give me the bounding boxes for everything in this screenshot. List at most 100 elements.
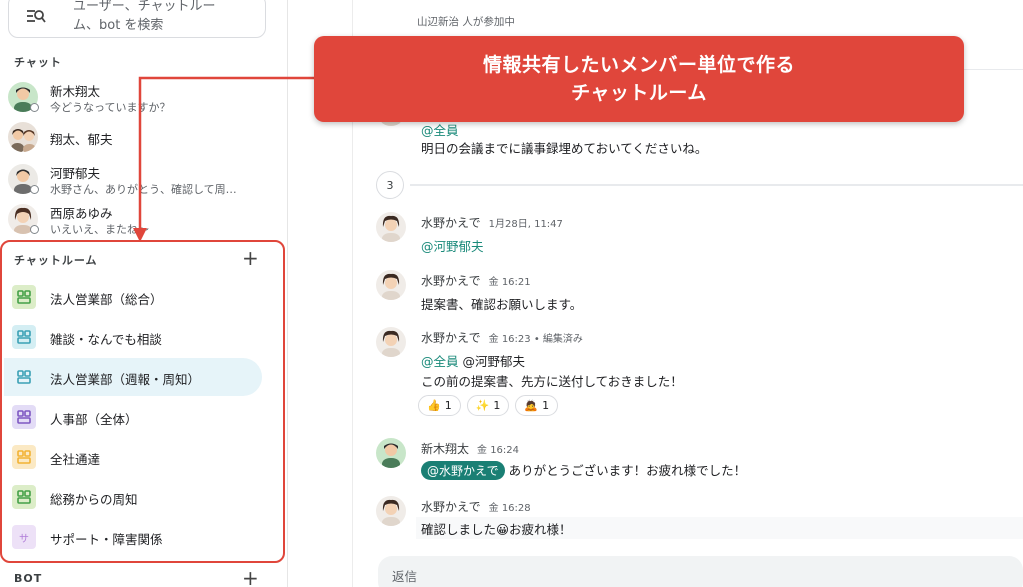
system-message: 山辺新治 人が参加中 — [417, 16, 515, 28]
reply-input[interactable]: 返信 — [378, 556, 1023, 587]
message-text: この前の提案書、先方に送付しておきました！ — [421, 374, 683, 389]
search-input[interactable]: ユーザー、チャットルー ム、bot を検索 — [73, 0, 253, 37]
message-author: 水野かえで — [421, 500, 481, 514]
message-header: 水野かえで金 16:28 — [421, 496, 531, 515]
avatar — [376, 270, 406, 300]
room-item[interactable]: 人事部（全体） — [4, 398, 262, 436]
message-text: @全員 — [421, 120, 459, 139]
room-icon — [12, 365, 36, 389]
mention[interactable]: @河野郁夫 — [421, 239, 484, 254]
chat-preview: 水野さん、ありがとう、確認して周… — [50, 183, 237, 196]
room-item[interactable]: サ サポート・障害関係 — [4, 518, 262, 556]
room-icon — [12, 445, 36, 469]
reply-placeholder: 返信 — [392, 569, 418, 584]
mention-chip[interactable]: @水野かえで — [421, 461, 505, 480]
search-placeholder-line1: ユーザー、チャットルー — [73, 0, 216, 14]
message-header: 新木翔太金 16:24 — [421, 438, 519, 457]
chat-item[interactable]: 翔太、郁夫 — [8, 118, 268, 156]
status-dot — [30, 103, 39, 112]
callout-line1: 情報共有したいメンバー単位で作る — [482, 54, 795, 76]
message-time: 金 16:28 — [488, 503, 531, 514]
status-dot — [30, 225, 39, 234]
message-author: 水野かえで — [421, 216, 481, 230]
callout-banner: 情報共有したいメンバー単位で作る チャットルーム — [314, 36, 964, 122]
message-text: 明日の会議までに議事録埋めておいてくださいね。 — [421, 141, 708, 156]
reaction-count: 1 — [542, 399, 550, 412]
chat-name: 翔太、郁夫 — [50, 132, 113, 147]
avatar — [376, 212, 406, 242]
message-time: 1月28日, 11:47 — [488, 219, 563, 230]
chat-name: 西原あゆみ — [50, 206, 113, 221]
room-label: 雑談・なんでも相談 — [50, 332, 162, 347]
sidebar: ユーザー、チャットルー ム、bot を検索 チャット 新木翔太 今どうなっていま… — [0, 0, 288, 587]
room-letter-icon: サ — [12, 525, 36, 549]
avatar — [376, 327, 406, 357]
room-label: 人事部（全体） — [50, 412, 138, 427]
message-text: 提案書、確認お願いします。 — [421, 297, 583, 312]
message-author: 新木翔太 — [421, 442, 470, 456]
bowing-person-icon: 🙇 — [524, 399, 539, 412]
add-bot-icon[interactable]: + — [242, 568, 259, 587]
room-label: 総務からの周知 — [50, 492, 138, 507]
reaction-count: 1 — [444, 399, 452, 412]
thread-divider — [410, 184, 1023, 186]
search-placeholder-line2: ム、bot を検索 — [73, 18, 164, 33]
thread-reply-count[interactable]: 3 — [376, 171, 404, 199]
room-icon — [12, 485, 36, 509]
message-header: 水野かえで金 16:21 — [421, 270, 531, 289]
room-icon — [12, 325, 36, 349]
add-chatroom-icon[interactable]: + — [242, 248, 259, 268]
avatar — [376, 496, 406, 526]
chat-item[interactable]: 河野郁夫 水野さん、ありがとう、確認して周… — [8, 160, 268, 198]
room-item-active[interactable]: 法人営業部（週報・周知） — [4, 358, 262, 396]
sparkle-icon: ✨ — [475, 399, 490, 412]
room-item[interactable]: 法人営業部（総合） — [4, 278, 262, 316]
message-body: 確認しました — [421, 522, 497, 537]
reaction-chip[interactable]: 🙇 1 — [515, 395, 559, 416]
chat-section-label: チャット — [14, 56, 62, 69]
avatar — [376, 438, 406, 468]
message-time: 金 16:21 — [488, 277, 531, 288]
bot-section-label: BOT — [14, 572, 43, 585]
chat-preview: いえいえ、またね〜 — [50, 223, 149, 236]
reaction-chip[interactable]: 👍 1 — [418, 395, 461, 416]
reactions-bar: 👍 1 ✨ 1 🙇 1 — [418, 395, 559, 416]
thumbs-up-icon: 👍 — [427, 399, 441, 412]
room-item[interactable]: 全社通達 — [4, 438, 262, 476]
mention[interactable]: @全員 — [421, 354, 459, 369]
group-avatar — [8, 122, 38, 152]
message-header: 水野かえで金 16:23 • 編集済み — [421, 327, 583, 346]
message-author: 水野かえで — [421, 331, 481, 345]
grinning-face-icon: 😀 — [496, 522, 510, 537]
room-label: 全社通達 — [50, 452, 101, 467]
room-icon — [12, 405, 36, 429]
chat-name: 河野郁夫 — [50, 166, 101, 181]
reaction-count: 1 — [493, 399, 501, 412]
chat-item[interactable]: 西原あゆみ いえいえ、またね〜 — [8, 200, 268, 238]
search-filter-icon[interactable] — [25, 7, 47, 25]
chat-item[interactable]: 新木翔太 今どうなっていますか？ — [8, 78, 268, 116]
room-item[interactable]: 総務からの周知 — [4, 478, 262, 516]
message-text: @水野かえで ありがとうございます！お疲れ様でした！ — [421, 460, 746, 480]
mention-plain[interactable]: @河野郁夫 — [463, 354, 526, 369]
message-body: お疲れ様！ — [509, 522, 572, 537]
message-author: 水野かえで — [421, 274, 481, 288]
room-item[interactable]: 雑談・なんでも相談 — [4, 318, 262, 356]
message-header: 水野かえで 1月28日, 11:47 — [421, 212, 563, 231]
room-label: 法人営業部（総合） — [50, 292, 163, 307]
reaction-chip[interactable]: ✨ 1 — [466, 395, 510, 416]
message-time: 金 16:24 — [477, 445, 520, 456]
room-icon — [12, 285, 36, 309]
message-text: @河野郁夫 — [421, 236, 484, 255]
mention[interactable]: @全員 — [421, 123, 459, 138]
chatroom-section-label: チャットルーム — [14, 254, 98, 267]
room-label: 法人営業部（週報・周知） — [50, 372, 201, 387]
message-text: 確認しました😀お疲れ様！ — [421, 519, 572, 538]
chat-name: 新木翔太 — [50, 84, 101, 99]
message-time: 金 16:23 • 編集済み — [488, 334, 583, 345]
message-body: ありがとうございます！お疲れ様でした！ — [508, 463, 747, 478]
status-dot — [30, 185, 39, 194]
search-box[interactable]: ユーザー、チャットルー ム、bot を検索 — [8, 0, 266, 38]
chat-preview: 今どうなっていますか？ — [50, 101, 171, 114]
callout-line2: チャットルーム — [571, 82, 707, 104]
